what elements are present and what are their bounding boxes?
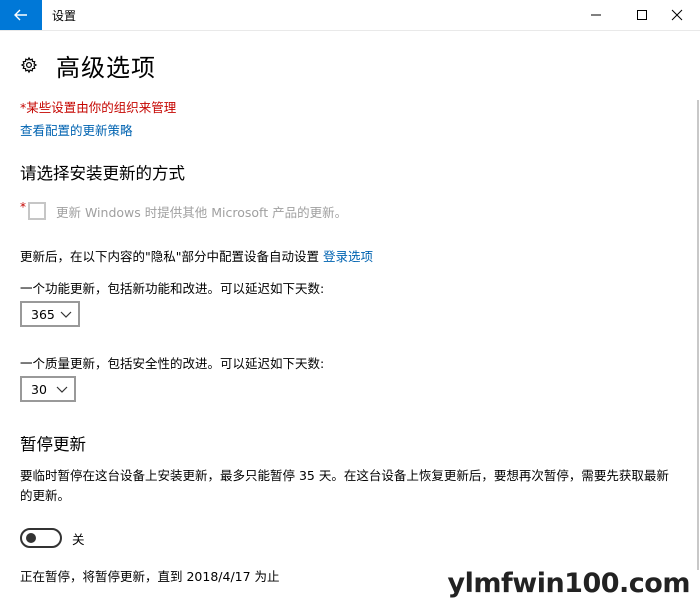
- gear-icon: [20, 56, 38, 74]
- toggle-knob: [26, 533, 36, 543]
- install-section-heading: 请选择安装更新的方式: [20, 164, 185, 183]
- feature-update-days-select[interactable]: 365: [20, 301, 80, 327]
- page-title: 高级选项: [56, 53, 156, 82]
- chevron-down-icon: [60, 311, 72, 318]
- chevron-down-icon: [56, 386, 68, 393]
- pause-toggle-row: 关: [20, 528, 85, 548]
- maximize-icon: [637, 10, 647, 20]
- signin-options-link[interactable]: 登录选项: [323, 249, 373, 264]
- policy-link[interactable]: 查看配置的更新策略: [20, 120, 133, 139]
- page-header: 高级选项: [20, 48, 156, 82]
- pause-toggle-state: 关: [72, 531, 85, 547]
- signin-option-text: 更新后，在以下内容的"隐私"部分中配置设备自动设置 登录选项: [20, 246, 373, 265]
- other-products-label: 更新 Windows 时提供其他 Microsoft 产品的更新。: [56, 204, 348, 220]
- title-bar: 设置: [0, 0, 700, 31]
- other-products-option: * 更新 Windows 时提供其他 Microsoft 产品的更新。: [20, 200, 347, 222]
- window-title: 设置: [52, 9, 77, 23]
- required-asterisk: *: [20, 200, 26, 214]
- quality-update-days-value: 30: [31, 381, 47, 397]
- other-products-checkbox[interactable]: [28, 202, 46, 220]
- scrollbar[interactable]: [697, 100, 699, 570]
- close-button[interactable]: [654, 0, 700, 30]
- managed-notice: *某些设置由你的组织来管理: [20, 100, 177, 115]
- pause-section-heading: 暂停更新: [20, 435, 86, 454]
- signin-description: 更新后，在以下内容的"隐私"部分中配置设备自动设置: [20, 249, 320, 264]
- close-icon: [671, 9, 683, 21]
- quality-update-days-select[interactable]: 30: [20, 376, 76, 402]
- back-arrow-icon: [14, 9, 27, 21]
- pause-status: 正在暂停，将暂停更新，直到 2018/4/17 为止: [20, 569, 280, 584]
- quality-update-label: 一个质量更新，包括安全性的改进。可以延迟如下天数:: [20, 356, 325, 371]
- feature-update-label: 一个功能更新，包括新功能和改进。可以延迟如下天数:: [20, 281, 325, 296]
- pause-description: 要临时暂停在这台设备上安装更新，最多只能暂停 35 天。在这台设备上恢复更新后，…: [20, 468, 669, 503]
- minimize-button[interactable]: [573, 0, 619, 30]
- minimize-icon: [591, 14, 601, 16]
- watermark: ylmfwin100.com: [447, 568, 691, 599]
- pause-updates-toggle[interactable]: [20, 528, 62, 548]
- feature-update-days-value: 365: [31, 306, 55, 322]
- back-button[interactable]: [0, 0, 42, 30]
